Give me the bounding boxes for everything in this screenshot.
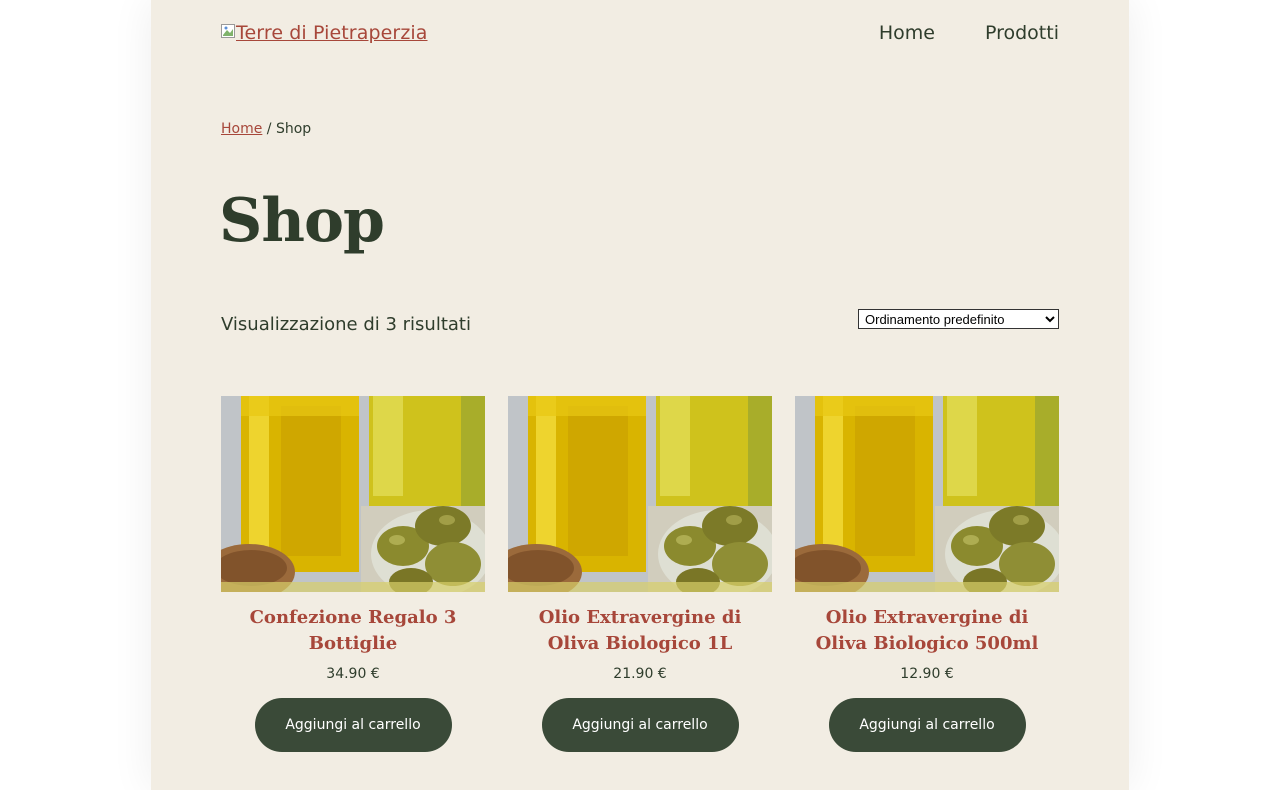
result-count: Visualizzazione di 3 risultati — [221, 314, 471, 335]
site-logo-link[interactable]: Terre di Pietraperzia — [236, 22, 428, 44]
product-image[interactable] — [221, 396, 485, 592]
breadcrumb: Home / Shop — [221, 121, 311, 137]
product-title-link[interactable]: Confezione Regalo 3 Bottiglie — [221, 605, 485, 657]
product-card: Confezione Regalo 3 Bottiglie 34.90 € Ag… — [221, 396, 485, 752]
nav-home-link[interactable]: Home — [879, 22, 935, 44]
sort-select[interactable]: Ordinamento predefinito — [858, 309, 1059, 329]
site-logo[interactable]: Terre di Pietraperzia — [221, 22, 428, 44]
breadcrumb-separator: / — [262, 121, 276, 137]
broken-image-icon — [221, 24, 235, 38]
product-image[interactable] — [795, 396, 1059, 592]
add-to-cart-button[interactable]: Aggiungi al carrello — [254, 698, 452, 752]
main-nav: Home Prodotti — [879, 22, 1059, 44]
nav-prodotti-link[interactable]: Prodotti — [985, 22, 1059, 44]
page-title: Shop — [219, 186, 385, 256]
product-image[interactable] — [508, 396, 772, 592]
product-price: 12.90 € — [900, 666, 954, 682]
product-card: Olio Extravergine di Oliva Biologico 1L … — [508, 396, 772, 752]
add-to-cart-button[interactable]: Aggiungi al carrello — [828, 698, 1026, 752]
product-title-link[interactable]: Olio Extravergine di Oliva Biologico 1L — [508, 605, 772, 657]
product-card: Olio Extravergine di Oliva Biologico 500… — [795, 396, 1059, 752]
page-container: Terre di Pietraperzia Home Prodotti Home… — [151, 0, 1129, 790]
product-price: 21.90 € — [613, 666, 667, 682]
product-title-link[interactable]: Olio Extravergine di Oliva Biologico 500… — [795, 605, 1059, 657]
add-to-cart-button[interactable]: Aggiungi al carrello — [541, 698, 739, 752]
breadcrumb-home-link[interactable]: Home — [221, 121, 262, 137]
product-price: 34.90 € — [326, 666, 380, 682]
breadcrumb-current: Shop — [275, 121, 312, 137]
